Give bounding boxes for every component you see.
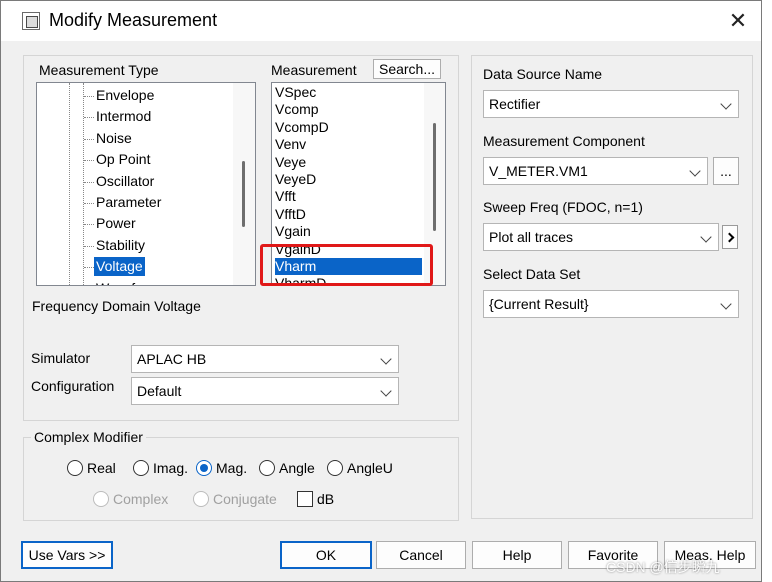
db-label[interactable]: dB xyxy=(317,491,334,507)
measurement-item[interactable]: VcompD xyxy=(275,119,329,136)
simulator-value: APLAC HB xyxy=(137,351,207,367)
configuration-label: Configuration xyxy=(31,378,115,394)
tree-guide xyxy=(69,83,70,285)
measurement-type-item[interactable]: Oscillator xyxy=(94,172,156,191)
tree-tick xyxy=(84,117,94,119)
component-label: Measurement Component xyxy=(483,133,645,149)
tree-tick xyxy=(84,203,94,204)
radio-mag-label[interactable]: Mag. xyxy=(216,460,247,476)
watermark: CSDN @信步瞬九 xyxy=(606,559,720,575)
configuration-value: Default xyxy=(137,383,182,399)
close-icon[interactable]: ✕ xyxy=(725,8,751,34)
help-button[interactable]: Help xyxy=(472,541,562,569)
tree-tick xyxy=(84,267,94,269)
vharm-highlight-box xyxy=(260,244,433,286)
simulator-label: Simulator xyxy=(31,350,91,366)
radio-conjugate-label: Conjugate xyxy=(213,491,277,507)
radio-imag-label[interactable]: Imag. xyxy=(153,460,188,476)
background-window xyxy=(762,0,772,582)
chevron-down-icon xyxy=(700,231,712,243)
tree-guide xyxy=(83,83,84,285)
radio-mag[interactable] xyxy=(196,460,212,476)
ok-button[interactable]: OK xyxy=(280,541,372,569)
measurement-type-tree[interactable]: Envelope Intermod Noise Op Point Oscillator P… xyxy=(36,82,256,286)
tree-tick xyxy=(84,160,94,162)
simulator-select[interactable]: APLAC HB xyxy=(131,345,399,373)
measurement-type-item[interactable]: Parameter xyxy=(94,193,163,212)
measurement-item[interactable]: VSpec xyxy=(275,84,316,101)
radio-angle[interactable] xyxy=(259,460,275,476)
radio-angleu[interactable] xyxy=(327,460,343,476)
data-set-select[interactable]: {Current Result} xyxy=(483,290,739,318)
tree-tick xyxy=(84,224,94,226)
use-vars-button[interactable]: Use Vars >> xyxy=(21,541,113,569)
chevron-down-icon xyxy=(720,298,732,310)
window-title: Modify Measurement xyxy=(49,10,218,30)
data-source-value: Rectifier xyxy=(489,96,541,112)
complex-modifier-label: Complex Modifier xyxy=(31,429,146,445)
tree-tick xyxy=(84,138,94,140)
measurement-item[interactable]: Venv xyxy=(275,136,306,153)
measurement-label: Measurement xyxy=(271,62,357,78)
browse-component-button[interactable]: ... xyxy=(713,157,739,185)
measurement-type-item[interactable]: Op Point xyxy=(94,150,152,169)
data-source-group xyxy=(471,55,753,519)
db-checkbox[interactable] xyxy=(297,491,313,507)
title-bar: Modify Measurement ✕ xyxy=(1,1,761,41)
radio-angle-label[interactable]: Angle xyxy=(279,460,315,476)
measurement-type-item[interactable]: Stability xyxy=(94,236,147,255)
scroll-thumb[interactable] xyxy=(433,123,436,231)
cancel-button[interactable]: Cancel xyxy=(376,541,466,569)
measurement-item[interactable]: VeyeD xyxy=(275,171,316,188)
measurement-type-item[interactable]: Waveform xyxy=(94,279,161,285)
measurement-item[interactable]: Vcomp xyxy=(275,101,319,118)
measurement-item[interactable]: Vfft xyxy=(275,188,296,205)
radio-conjugate xyxy=(193,491,209,507)
measurement-type-item[interactable]: Noise xyxy=(94,129,134,148)
scroll-thumb[interactable] xyxy=(242,161,245,227)
measurement-item[interactable]: VfftD xyxy=(275,206,306,223)
measurement-description: Frequency Domain Voltage xyxy=(32,298,201,314)
component-value: V_METER.VM1 xyxy=(489,163,588,179)
tree-tick xyxy=(84,181,94,183)
measurement-type-item[interactable]: Envelope xyxy=(94,86,156,105)
measurement-type-scrollbar[interactable] xyxy=(233,83,255,285)
chevron-down-icon xyxy=(380,385,392,397)
data-set-value: {Current Result} xyxy=(489,296,589,312)
search-button[interactable]: Search... xyxy=(373,59,441,79)
measurement-item[interactable]: Vgain xyxy=(275,223,311,240)
radio-real-label[interactable]: Real xyxy=(87,460,116,476)
sweep-label: Sweep Freq (FDOC, n=1) xyxy=(483,199,643,215)
radio-complex-label: Complex xyxy=(113,491,169,507)
measurement-type-label: Measurement Type xyxy=(39,62,159,78)
measurement-type-item[interactable]: Voltage xyxy=(94,257,145,277)
data-source-select[interactable]: Rectifier xyxy=(483,90,739,118)
measurement-type-item[interactable]: Power xyxy=(94,214,138,233)
data-set-label: Select Data Set xyxy=(483,266,581,282)
sweep-select[interactable]: Plot all traces xyxy=(483,223,719,251)
radio-imag[interactable] xyxy=(133,460,149,476)
sweep-next-button[interactable] xyxy=(722,225,738,249)
radio-angleu-label[interactable]: AngleU xyxy=(347,460,393,476)
window-icon xyxy=(22,12,40,30)
sweep-value: Plot all traces xyxy=(489,229,574,245)
radio-real[interactable] xyxy=(67,460,83,476)
measurement-type-item[interactable]: Intermod xyxy=(94,107,153,126)
tree-tick xyxy=(84,245,94,247)
chevron-right-icon xyxy=(724,232,735,243)
configuration-select[interactable]: Default xyxy=(131,377,399,405)
chevron-down-icon xyxy=(380,353,392,365)
measurement-item[interactable]: Veye xyxy=(275,154,306,171)
chevron-down-icon xyxy=(689,165,701,177)
radio-complex xyxy=(93,491,109,507)
tree-tick xyxy=(84,96,94,97)
modify-measurement-dialog: Modify Measurement ✕ Measurement Type En… xyxy=(0,0,762,582)
data-source-label: Data Source Name xyxy=(483,66,603,82)
component-select[interactable]: V_METER.VM1 xyxy=(483,157,708,185)
chevron-down-icon xyxy=(720,98,732,110)
complex-modifier-group xyxy=(23,437,459,521)
